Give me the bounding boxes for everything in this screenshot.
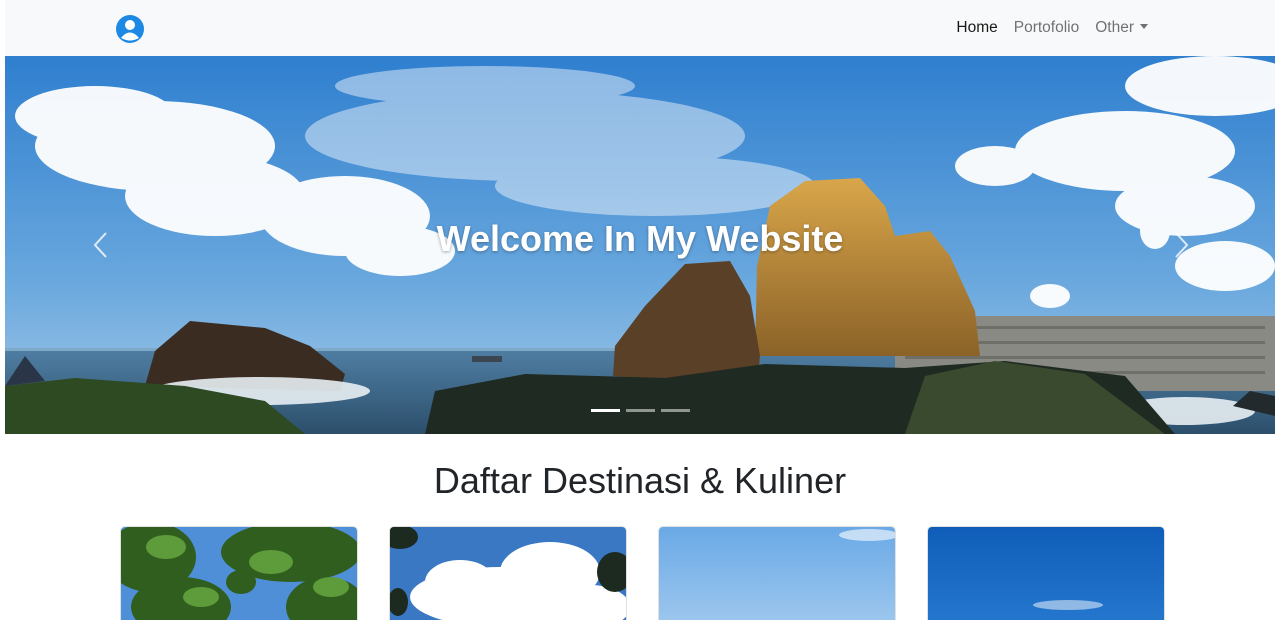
carousel-prev-button[interactable] [70, 56, 130, 434]
card-image [121, 527, 357, 620]
nav-link-home[interactable]: Home [956, 19, 997, 37]
card-destination-4[interactable] [927, 526, 1165, 620]
navbar: Home Portofolio Other [5, 0, 1275, 56]
user-avatar-icon[interactable] [115, 14, 145, 44]
nav-links: Home Portofolio Other [956, 0, 1148, 56]
card-image [928, 527, 1164, 620]
card-image [659, 527, 895, 620]
card-list [0, 526, 1280, 620]
carousel-indicator-1[interactable] [590, 409, 620, 412]
hero-carousel: Welcome In My Website [5, 56, 1275, 434]
card-destination-2[interactable] [389, 526, 627, 620]
chevron-right-icon [1175, 232, 1189, 258]
nav-dropdown-other[interactable]: Other [1095, 19, 1148, 37]
section-title: Daftar Destinasi & Kuliner [433, 460, 847, 501]
caret-down-icon [1140, 24, 1148, 29]
nav-dropdown-label: Other [1095, 19, 1134, 36]
carousel-indicators [5, 409, 1275, 412]
card-destination-1[interactable] [120, 526, 358, 620]
hero-caption: Welcome In My Website [436, 218, 844, 259]
carousel-indicator-2[interactable] [625, 409, 655, 412]
carousel-next-button[interactable] [1152, 56, 1212, 434]
card-image [390, 527, 626, 620]
carousel-indicator-3[interactable] [660, 409, 690, 412]
card-destination-3[interactable] [658, 526, 896, 620]
nav-link-portofolio[interactable]: Portofolio [1014, 19, 1079, 37]
chevron-left-icon [93, 232, 107, 258]
